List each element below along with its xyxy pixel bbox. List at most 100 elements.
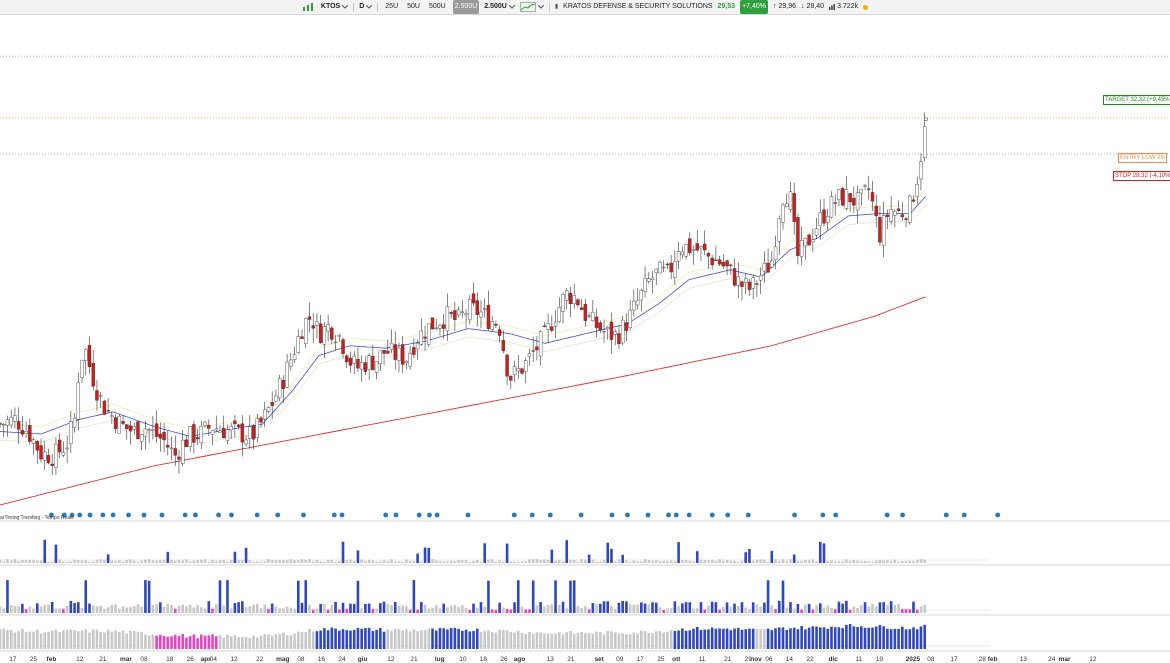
company-name: KRATOS DEFENSE & SECURITY SOLUTIONS [563,3,713,10]
volume-bar [54,544,58,563]
candle-body [0,423,2,425]
range-button-2500u[interactable]: 2.500U [452,0,480,14]
candle-body [113,417,118,429]
volume-bar [0,629,2,649]
x-tick-label: feb [988,656,998,663]
volume-bar [651,560,654,563]
volume-bar [740,560,744,563]
candle-body [565,290,569,301]
volume-bar [91,629,95,649]
candle-body [673,261,677,278]
volume-bar [54,608,58,613]
candle-body [322,326,327,345]
volume-bar [483,630,487,649]
volume-bar [360,628,363,649]
indicators-button[interactable] [519,2,544,12]
volume-bar [569,559,572,563]
volume-bar [35,629,39,649]
candle-body [386,350,390,354]
volume-bar [654,559,658,563]
candle-body [598,322,602,331]
candle-body [188,426,192,447]
volume-bar [640,602,643,613]
candle-body [177,456,181,460]
volume-bar [785,560,789,563]
candle-body [13,415,17,422]
volume-bar [39,606,43,613]
volume-bar [233,551,237,563]
volume-bar [267,609,270,613]
candle-body [281,379,286,389]
candle-body [348,357,353,366]
volume-bar [777,561,781,563]
volume-bar [662,609,665,613]
range-button-25u[interactable]: 25U [383,0,400,14]
volume-bar [24,560,28,563]
volume-bar [584,559,587,563]
candle-body [773,246,778,261]
volume-bar [84,629,88,649]
volume-bar [341,541,345,563]
volume-bar [114,630,117,649]
volume-bar [692,628,695,649]
volume-bar [449,560,453,563]
volume-bar [326,609,330,613]
volume-bar [259,635,263,649]
volume-bar [371,560,375,563]
candle-body [382,350,386,354]
volume-bar [162,606,166,613]
candle-body [307,316,312,320]
chart-type-button[interactable] [302,2,316,12]
x-tick-label: 12 [387,656,395,663]
volume-bar [550,549,554,563]
candle-body [911,199,916,202]
candle-body [889,209,893,222]
volume-bar [703,559,706,563]
volume-bar [889,601,893,613]
volume-bar [393,628,397,649]
volume-bar [54,629,58,649]
volume-bar [673,561,677,563]
volume-bar [244,637,248,649]
candle-body [613,331,617,335]
candle-body [900,214,905,218]
volume-bar [449,605,453,613]
volume-bar [427,547,431,563]
x-tick-label: 11 [699,656,706,663]
status-dot-icon [863,4,869,10]
volume-bar [393,602,397,613]
price-chart[interactable]: 17 25 feb 12 21 mar 08 18 26 apr 04 12 22 mag 08 16 24 gi… [0,15,1170,663]
volume-bar [2,628,6,649]
volume-bar [673,630,677,649]
candle-body [803,237,808,247]
candle-body [87,344,92,368]
volume-bar [770,605,774,613]
volume-bar [73,559,76,563]
volume-bar [99,631,102,649]
volume-bar [475,607,479,613]
period-selector[interactable]: D [359,0,373,14]
bars-count-selector[interactable]: 2.500U [484,0,515,14]
range-button-50u[interactable]: 50U [405,0,422,14]
volume-bar [159,602,162,613]
candle-body [468,299,472,321]
volume-bar [334,628,337,649]
volume-bar [237,602,240,613]
volume-bar [289,559,293,563]
volume-bar [848,624,852,649]
candle-body [908,195,912,223]
volume-bar [640,630,643,649]
volume-bar [886,605,889,613]
volume-bar [613,632,617,649]
candle-body [363,362,368,372]
volume-bar [73,602,76,613]
volume-bar [6,580,9,613]
volume-bar [554,560,557,563]
symbol-selector[interactable]: KTOS [321,0,349,14]
volume-bar [259,561,263,563]
indicator-marker [434,512,440,518]
range-button-500u[interactable]: 500U [427,0,448,14]
candle-body [699,246,703,249]
volume-bar [364,628,367,649]
volume-bar [733,628,736,649]
